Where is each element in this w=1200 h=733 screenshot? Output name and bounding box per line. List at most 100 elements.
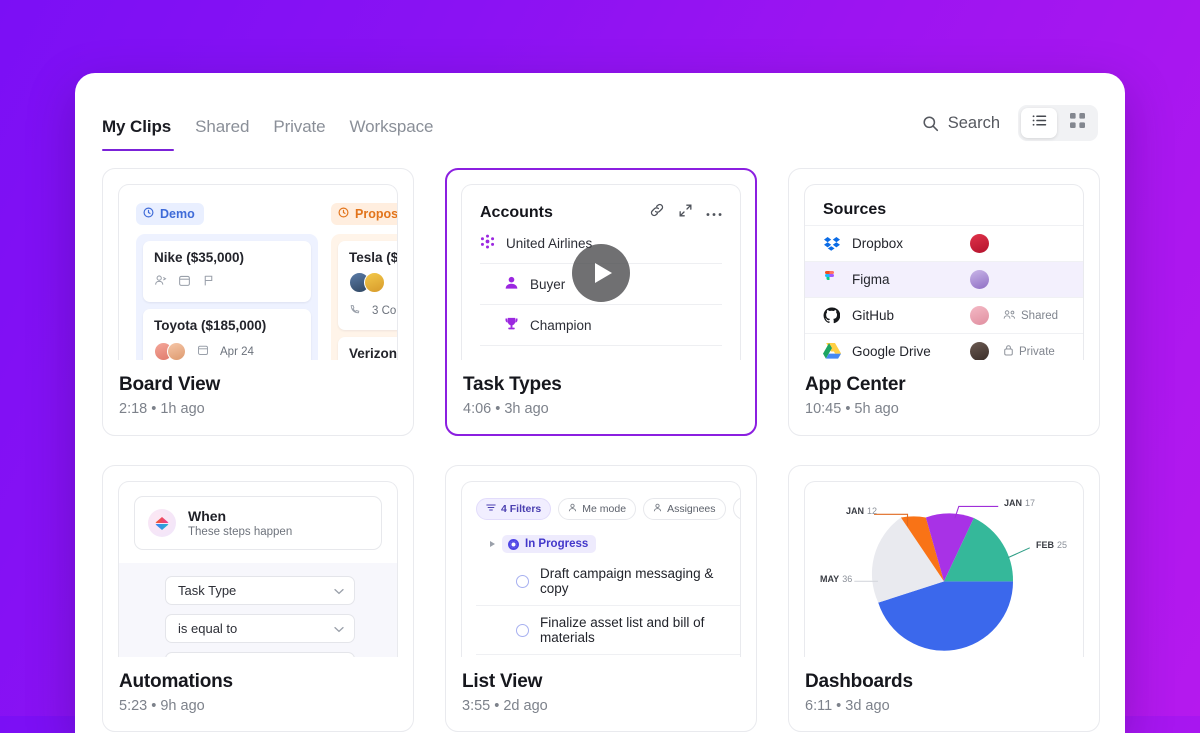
expand-icon[interactable] (678, 203, 693, 223)
deal-name: Nike ($35,000) (154, 250, 245, 265)
chevron-down-icon (334, 583, 344, 598)
list-preview: 4 Filters Me mode Assignees Show cl (462, 482, 740, 657)
avatar (970, 270, 989, 289)
clip-thumbnail: When These steps happen Task Type is equ… (118, 481, 398, 657)
clip-subtitle: 10:45 • 5h ago (805, 401, 899, 417)
search-label: Search (947, 113, 1000, 132)
avatar-group (349, 272, 385, 293)
select-value: Task Type (178, 583, 237, 598)
grid-view-button[interactable] (1059, 108, 1095, 138)
deal-card[interactable]: Toyota ($185,000) Apr 24 (143, 309, 311, 360)
source-row[interactable]: Figma (805, 261, 1083, 297)
deal-card[interactable]: Nike ($35,000) (143, 241, 311, 302)
clip-card-app-center[interactable]: Sources Dropbox Figma GitHub Shared Goog… (788, 168, 1100, 436)
deal-icons: Apr 24 (154, 342, 300, 360)
search-button[interactable]: Search (922, 114, 1000, 133)
play-button[interactable] (572, 243, 630, 302)
when-title: When (188, 508, 227, 524)
figma-icon (823, 270, 841, 289)
filter-chip-show-closed[interactable]: Show closed (732, 497, 740, 520)
tab-private[interactable]: Private (261, 117, 337, 151)
pie-callout-value: 25 (1057, 540, 1068, 550)
column-header-demo: Demo (136, 203, 204, 225)
clip-title: Dashboards (805, 671, 913, 692)
task-row[interactable]: Draft campaign messaging & copy (476, 557, 740, 606)
automation-icon (148, 509, 176, 537)
clip-meta: Board View 2:18 • 1h ago (103, 360, 413, 434)
filter-chip-assignees[interactable]: Assignees (643, 497, 726, 520)
person-icon (653, 503, 662, 515)
play-icon (595, 262, 612, 283)
select-task-type[interactable]: Task Type (165, 576, 355, 605)
person-icon (568, 503, 577, 515)
column-body: Nike ($35,000) Toyota ($185,000) Apr 24 (136, 234, 318, 360)
deal-contacts: 3 Conta (349, 302, 397, 320)
deal-card[interactable]: Verizon ( (338, 337, 397, 360)
dropbox-icon (823, 235, 841, 253)
filter-label: Me mode (582, 502, 627, 515)
clip-card-board-view[interactable]: Demo Nike ($35,000) Toyota ($185,000) Ap… (102, 168, 414, 436)
select-operator[interactable]: is equal to (165, 614, 355, 643)
source-row[interactable]: GitHub Shared (805, 297, 1083, 333)
clip-subtitle: 3:55 • 2d ago (462, 698, 548, 714)
task-status-icon[interactable] (516, 574, 529, 588)
filter-chip-me-mode[interactable]: Me mode (558, 497, 637, 520)
clip-title: Task Types (463, 374, 562, 395)
clip-subtitle: 4:06 • 3h ago (463, 401, 549, 417)
source-row[interactable]: Google Drive Private (805, 333, 1083, 360)
toolbar-actions: Search (922, 105, 1098, 151)
source-name: GitHub (852, 308, 895, 323)
pie-callout-value: 12 (867, 506, 878, 516)
deal-card[interactable]: Tesla ($7 3 Conta (338, 241, 397, 330)
clip-card-automations[interactable]: When These steps happen Task Type is equ… (102, 465, 414, 732)
asterisk-icon (480, 234, 495, 252)
pie-callout-label: FEB (1036, 540, 1054, 550)
tab-bar: My Clips Shared Private Workspace (102, 117, 445, 151)
tab-my-clips[interactable]: My Clips (102, 117, 183, 151)
status-group-header[interactable]: In Progress (490, 535, 740, 553)
tab-shared[interactable]: Shared (183, 117, 261, 151)
clock-icon (143, 207, 154, 221)
clip-card-dashboards[interactable]: JAN 12 JAN 17 FEB 25 MAY 36 Dashboards 6:11 … (788, 465, 1100, 732)
column-label: Proposal (355, 207, 398, 221)
task-row[interactable]: Job interviews (476, 655, 740, 657)
avatar-group (154, 342, 186, 360)
list-view-button[interactable] (1021, 108, 1057, 138)
deal-name: Toyota ($185,000) (154, 318, 267, 333)
link-icon[interactable] (649, 202, 665, 223)
task-status-icon[interactable] (516, 623, 529, 637)
app-window: My Clips Shared Private Workspace Search (75, 73, 1125, 733)
pie-callout-jan-17: JAN 17 (1001, 498, 1035, 508)
column-body: Tesla ($7 3 Conta (331, 234, 397, 360)
tab-workspace[interactable]: Workspace (338, 117, 446, 151)
when-subtitle: These steps happen (188, 526, 293, 538)
clip-title: List View (462, 671, 543, 692)
filter-chip-filters[interactable]: 4 Filters (476, 497, 552, 520)
view-toggle (1018, 105, 1098, 141)
contact-count: 3 Conta (372, 305, 397, 317)
account-row[interactable]: Champion (480, 305, 722, 346)
accounts-actions (649, 202, 722, 223)
clip-meta: Task Types 4:06 • 3h ago (447, 360, 755, 434)
clip-title: Automations (119, 671, 233, 692)
source-row[interactable]: Dropbox (805, 225, 1083, 261)
search-icon (922, 115, 939, 132)
clip-card-task-types[interactable]: Accounts United Airlines Buyer Champion … (445, 168, 757, 436)
select-value-deal[interactable]: Deal (165, 652, 355, 657)
toolbar: My Clips Shared Private Workspace Search (75, 73, 1125, 151)
avatar (364, 272, 385, 293)
when-block[interactable]: When These steps happen (134, 496, 382, 550)
people-icon (1003, 309, 1016, 323)
clip-thumbnail: 4 Filters Me mode Assignees Show cl (461, 481, 741, 657)
more-icon[interactable] (706, 204, 722, 222)
task-label: Draft campaign messaging & copy (540, 566, 714, 596)
clip-card-list-view[interactable]: 4 Filters Me mode Assignees Show cl (445, 465, 757, 732)
task-row[interactable]: Finalize asset list and bill of material… (476, 606, 740, 655)
column-label: Demo (160, 207, 195, 221)
clip-title: Board View (119, 374, 221, 395)
clock-icon (338, 207, 349, 221)
trophy-icon (504, 316, 519, 334)
column-header-proposal: Proposal (331, 203, 398, 225)
clip-meta: List View 3:55 • 2d ago (446, 657, 756, 731)
tab-label: Private (273, 117, 326, 136)
